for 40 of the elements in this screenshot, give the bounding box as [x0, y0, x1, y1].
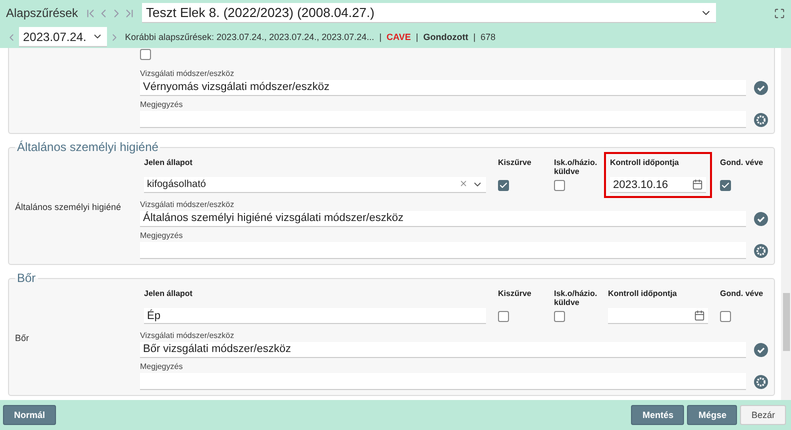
column-header: Kontroll időpontja: [610, 157, 680, 169]
row-label: Bőr: [15, 332, 30, 342]
date-field[interactable]: 2023.10.16: [610, 177, 706, 193]
status-tag: Gondozott: [423, 32, 468, 42]
field-label: Vizsgálati módszer/eszköz: [140, 69, 236, 78]
field-label: Vizsgálati módszer/eszköz: [140, 331, 236, 340]
status-tag: CAVE: [386, 32, 411, 42]
column-header: Kiszűrve: [498, 157, 532, 169]
footer-button[interactable]: Bezár: [740, 405, 786, 425]
method-field[interactable]: Bőr vizsgálati módszer/eszköz: [140, 342, 746, 358]
column-header: Gond. véve: [720, 157, 764, 169]
field-label: Megjegyzés: [140, 362, 184, 371]
column-header: Gond. véve: [720, 288, 764, 300]
field-label: Megjegyzés: [140, 231, 184, 240]
column-header: Isk.o/házio. küldve: [554, 157, 596, 176]
section-title: Általános személyi higiéné: [16, 140, 160, 154]
field-label: Vizsgálati módszer/eszköz: [140, 200, 236, 209]
separator: |: [379, 32, 382, 42]
method-field[interactable]: Vérnyomás vizsgálati módszer/eszköz: [140, 80, 746, 96]
date-select[interactable]: 2023.07.24.: [19, 27, 107, 47]
normal-button[interactable]: Normál: [3, 405, 56, 425]
footer-button[interactable]: Mentés: [631, 405, 684, 425]
patient-select[interactable]: Teszt Elek 8. (2022/2023) (2008.04.27.): [142, 3, 716, 23]
column-header: Kontroll időpontja: [608, 288, 678, 300]
separator: |: [416, 32, 418, 42]
column-header: Jelen állapot: [144, 157, 194, 169]
column-header: Jelen állapot: [144, 288, 194, 300]
row-label: Általános személyi higiéné: [15, 202, 122, 212]
section-title: Bőr: [16, 271, 37, 285]
separator: |: [473, 32, 476, 42]
status-field[interactable]: Ép: [144, 308, 486, 324]
status-tag: 678: [480, 32, 496, 42]
status-select[interactable]: kifogásolható: [144, 177, 486, 193]
column-header: Isk.o/házio. küldve: [554, 288, 596, 307]
page-title: Alapszűrések: [6, 6, 78, 20]
field-label: Megjegyzés: [140, 100, 184, 109]
method-field[interactable]: Általános személyi higiéné vizsgálati módszer/eszköz: [140, 211, 746, 227]
previous-screenings: Korábbi alapszűrések: 2023.07.24., 2023.07.24., 2023.07.24...: [125, 32, 374, 42]
column-header: Kiszűrve: [498, 288, 532, 300]
footer-button[interactable]: Mégse: [687, 405, 738, 425]
